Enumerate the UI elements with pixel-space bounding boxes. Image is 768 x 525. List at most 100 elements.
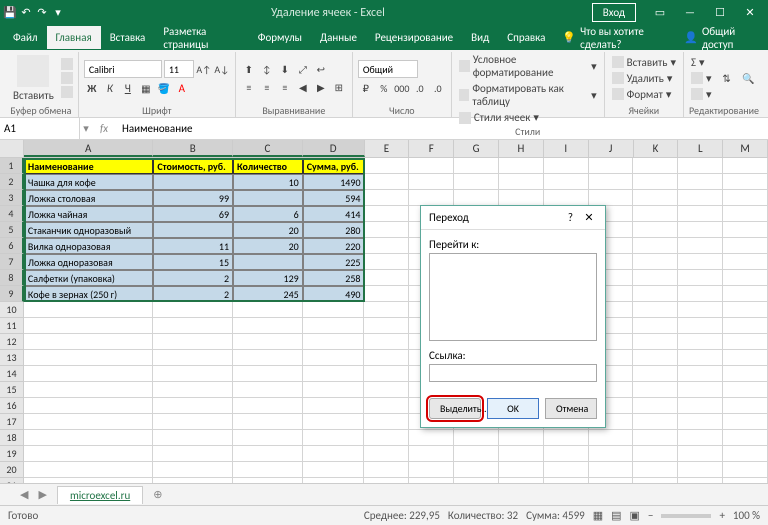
row-header[interactable]: 5 [0,222,24,238]
cell[interactable]: 15 [153,254,233,270]
row-header[interactable]: 11 [0,318,24,334]
dec-decimal-icon[interactable]: .0 [430,80,446,96]
cell[interactable] [678,398,723,414]
cell[interactable] [723,382,768,398]
cell[interactable] [499,158,544,174]
grid[interactable]: ABCDEFGHIJKLM 1НаименованиеСтоимость, ру… [0,140,768,483]
cell[interactable] [544,446,589,462]
cell[interactable]: 2 [153,270,233,286]
cell[interactable]: 280 [303,222,365,238]
align-top-icon[interactable]: ⬆ [241,61,257,77]
cell[interactable] [678,206,723,222]
cell[interactable] [499,462,544,478]
cell[interactable] [233,382,303,398]
cell[interactable] [544,462,589,478]
menu-home[interactable]: Главная [47,26,101,49]
align-center-icon[interactable]: ≡ [259,79,275,95]
col-header[interactable]: F [409,140,454,157]
cell[interactable] [409,174,454,190]
cell[interactable] [499,478,544,483]
menu-layout[interactable]: Разметка страницы [154,20,248,56]
cell[interactable] [678,414,723,430]
cell[interactable] [233,318,303,334]
cell[interactable] [544,430,589,446]
font-size[interactable]: 11 [164,60,194,78]
col-header[interactable]: C [233,140,303,157]
cell[interactable] [633,382,678,398]
col-header[interactable]: M [723,140,768,157]
font-color-icon[interactable]: А [174,80,190,96]
col-header[interactable]: E [365,140,410,157]
cell[interactable] [678,190,723,206]
cell[interactable] [633,286,678,302]
row-header[interactable]: 4 [0,206,24,222]
cell[interactable] [364,398,409,414]
copy-icon[interactable] [61,72,73,84]
cell[interactable] [233,398,303,414]
cell[interactable] [633,478,678,483]
row-header[interactable]: 3 [0,190,24,206]
cell[interactable] [723,414,768,430]
cell[interactable] [678,430,723,446]
cell[interactable] [499,446,544,462]
sort-filter-icon[interactable]: ⇅ [717,68,737,88]
col-header[interactable]: J [589,140,634,157]
cell[interactable] [153,414,233,430]
undo-icon[interactable]: ↶ [20,7,32,19]
cell[interactable] [24,414,153,430]
cell[interactable] [544,190,589,206]
cell[interactable] [303,350,365,366]
cell[interactable]: Чашка для кофе [24,174,153,190]
cell[interactable] [723,158,768,174]
cell[interactable] [589,174,634,190]
cell[interactable] [723,350,768,366]
row-header[interactable]: 18 [0,430,24,446]
find-icon[interactable]: 🔍 [739,68,759,88]
cell[interactable] [544,478,589,483]
cell[interactable] [364,302,409,318]
row-header[interactable]: 10 [0,302,24,318]
cell[interactable] [233,334,303,350]
sheet-tab[interactable]: microexcel.ru [57,486,143,504]
cell[interactable]: Наименование [24,158,153,174]
align-middle-icon[interactable]: ↕ [259,61,275,77]
cell[interactable] [678,318,723,334]
ribbon-options-icon[interactable]: ▭ [646,0,674,25]
comma-icon[interactable]: 000 [394,80,410,96]
cell[interactable]: Ложка одноразовая [24,254,153,270]
cell[interactable] [678,478,723,483]
cell[interactable] [678,174,723,190]
save-icon[interactable]: 💾 [4,7,16,19]
cell[interactable] [153,382,233,398]
indent-inc-icon[interactable]: ▶ [313,79,329,95]
cell[interactable] [364,334,409,350]
cell[interactable] [454,462,499,478]
format-table-button[interactable]: Форматировать как таблицу▾ [457,81,599,109]
row-header[interactable]: 13 [0,350,24,366]
cell[interactable]: 490 [303,286,365,302]
cell[interactable] [365,222,410,238]
cell[interactable] [24,430,153,446]
cell[interactable] [723,238,768,254]
cell[interactable] [723,430,768,446]
cell[interactable] [633,430,678,446]
cell[interactable] [723,270,768,286]
row-header[interactable]: 17 [0,414,24,430]
cell[interactable] [364,462,409,478]
cell[interactable] [365,206,410,222]
cell[interactable]: Кофе в зернах (250 г) [24,286,153,302]
sheet-nav-prev-icon[interactable]: ◀ [20,488,28,501]
row-header[interactable]: 1 [0,158,24,174]
cell[interactable] [589,462,634,478]
cell[interactable] [633,414,678,430]
menu-formulas[interactable]: Формулы [249,26,311,49]
border-icon[interactable]: ▦ [138,80,154,96]
cell[interactable] [233,430,303,446]
cell[interactable] [153,302,233,318]
cell[interactable] [633,350,678,366]
cell[interactable]: 99 [153,190,233,206]
cell[interactable] [723,286,768,302]
cell[interactable] [409,430,454,446]
cell[interactable] [303,382,365,398]
fx-icon[interactable]: fx [92,122,116,135]
